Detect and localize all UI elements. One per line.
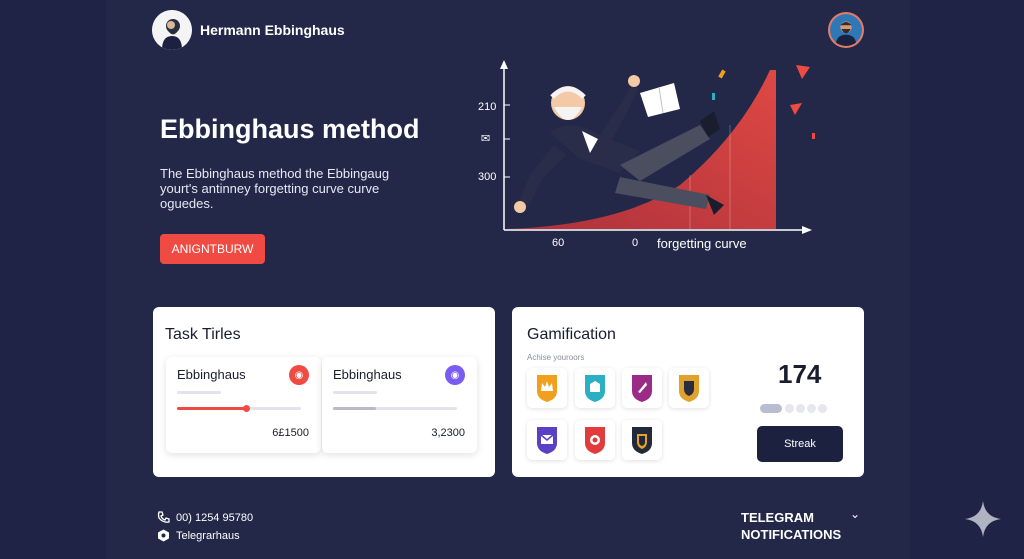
pagination-dot[interactable] — [807, 404, 816, 413]
eye-icon[interactable]: ◉ — [289, 365, 309, 385]
brand-name: Hermann Ebbinghaus — [200, 22, 345, 38]
shield-badge-icon[interactable] — [669, 368, 709, 408]
notify-line-1: TELEGRAM — [741, 510, 814, 525]
rocket-badge-icon[interactable] — [622, 368, 662, 408]
ebbinghaus-figure — [514, 75, 724, 215]
contact-telegram[interactable]: Telegrarhaus — [157, 529, 240, 542]
user-avatar[interactable] — [828, 12, 864, 48]
forgetting-curve-illustration: 210 ✉ 300 60 0 forgetting curve — [470, 55, 820, 255]
mail-icon: ✉ — [481, 133, 491, 145]
pagination-dot[interactable] — [785, 404, 794, 413]
streak-pagination[interactable] — [760, 404, 829, 413]
pagination-dot[interactable] — [818, 404, 827, 413]
y-tick-label: 300 — [478, 171, 497, 183]
fire-badge-icon[interactable] — [575, 420, 615, 460]
telegram-handle: Telegrarhaus — [176, 529, 240, 542]
gamification-card-title: Gamification — [527, 326, 616, 343]
x-axis-label: forgetting curve — [657, 236, 747, 251]
task-name: Ebbinghaus — [333, 367, 402, 382]
gamification-subtitle: Achise youroors — [527, 353, 585, 362]
gamification-card: Gamification Achise youroors 174 Streak — [512, 307, 864, 477]
right-margin — [910, 0, 1024, 559]
notify-line-2: NOTIFICATIONS — [741, 527, 842, 542]
user-portrait-icon — [830, 14, 862, 46]
task-item[interactable]: Ebbinghaus ◉ 3,2300 — [322, 357, 477, 453]
hero-description: The Ebbinghaus method the Ebbingaug your… — [160, 166, 390, 211]
task-subline — [177, 391, 221, 394]
x-axis-arrow — [802, 226, 812, 234]
lock-badge-icon[interactable] — [622, 420, 662, 460]
streak-button[interactable]: Streak — [757, 426, 843, 462]
task-value: 3,2300 — [431, 427, 465, 439]
tasks-card-title: Task Tirles — [165, 326, 241, 343]
chevron-down-icon[interactable]: ⌄ — [850, 507, 860, 521]
sparkle-icon — [965, 501, 1001, 537]
phone-icon — [157, 511, 170, 523]
tasks-card: Task Tirles Ebbinghaus ◉ 6£1500 Ebbingha… — [153, 307, 495, 477]
phone-number: 00) 1254 95780 — [176, 511, 254, 524]
left-margin — [0, 0, 106, 559]
task-value: 6£1500 — [272, 427, 309, 439]
mail-badge-icon[interactable] — [527, 420, 567, 460]
task-item[interactable]: Ebbinghaus ◉ 6£1500 — [166, 357, 321, 453]
task-subline — [333, 391, 377, 394]
task-progress-fill — [177, 407, 246, 410]
telegram-notifications[interactable]: TELEGRAM NOTIFICATIONS — [741, 509, 841, 543]
confetti — [790, 103, 802, 115]
telegram-icon — [158, 529, 169, 542]
y-axis-arrow — [500, 60, 508, 69]
task-name: Ebbinghaus — [177, 367, 246, 382]
confetti — [796, 65, 810, 79]
contact-phone[interactable]: 00) 1254 95780 — [157, 511, 253, 524]
streak-count: 174 — [778, 359, 822, 389]
pagination-dot[interactable] — [796, 404, 805, 413]
pagination-dot-active[interactable] — [760, 404, 782, 413]
forgetting-curve-graphic — [500, 60, 815, 234]
task-progress-fill — [333, 407, 377, 410]
brand[interactable]: Hermann Ebbinghaus — [152, 10, 345, 50]
ebbinghaus-portrait-icon — [152, 10, 192, 50]
task-progress-track[interactable] — [333, 407, 457, 410]
x-tick-label: 0 — [632, 237, 639, 249]
task-progress-track[interactable] — [177, 405, 301, 412]
brand-avatar — [152, 10, 192, 50]
eye-icon[interactable]: ◉ — [445, 365, 465, 385]
hero-title: Ebbinghaus method — [160, 114, 420, 144]
cta-button[interactable]: ANIGNTBURW — [160, 234, 265, 264]
x-tick-label: 60 — [552, 237, 565, 249]
task-progress-knob[interactable] — [242, 405, 250, 412]
castle-badge-icon[interactable] — [575, 368, 615, 408]
y-tick-label: 210 — [478, 101, 497, 113]
crown-badge-icon[interactable] — [527, 368, 567, 408]
